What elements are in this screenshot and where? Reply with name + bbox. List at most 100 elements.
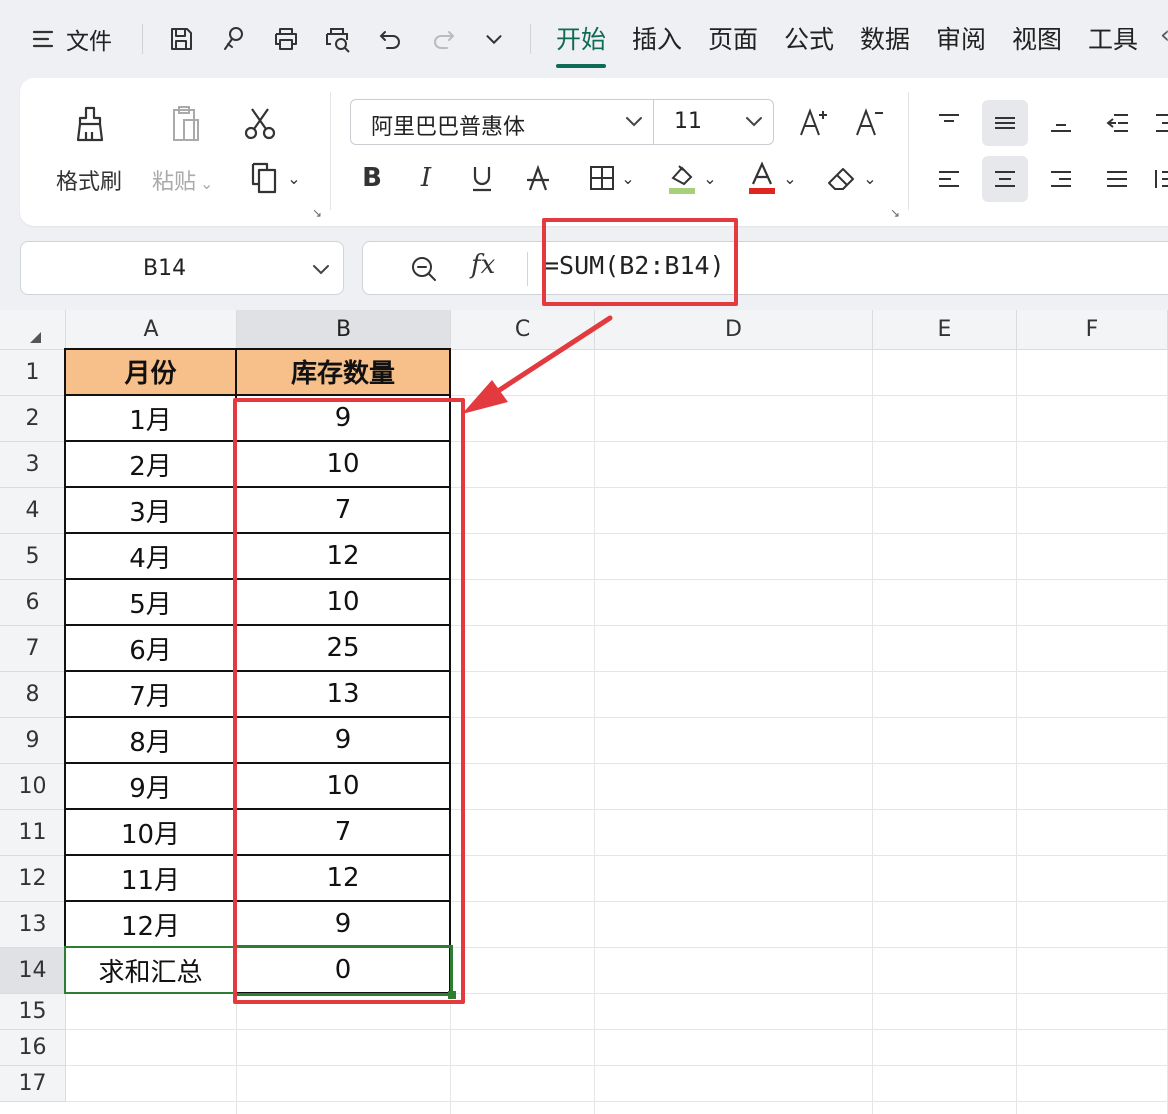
paste-label[interactable]: 粘贴⌄ — [152, 164, 213, 196]
name-box[interactable]: B14 — [20, 241, 344, 295]
tab-page[interactable]: 页面 — [708, 20, 758, 56]
header-cell-stock[interactable]: 库存数量 — [237, 348, 451, 396]
cell-month[interactable]: 10月 — [64, 810, 237, 856]
tab-tools[interactable]: 工具 — [1088, 20, 1138, 56]
row-header[interactable]: 3 — [0, 442, 66, 488]
redo-icon[interactable] — [428, 18, 458, 60]
cell-stock[interactable]: 7 — [237, 488, 451, 534]
cell-month[interactable]: 求和汇总 — [64, 948, 237, 994]
cell-month[interactable]: 2月 — [64, 442, 237, 488]
row-header[interactable]: 9 — [0, 718, 66, 764]
fill-color-button[interactable]: ⌄ — [660, 158, 722, 198]
more-chevron-icon[interactable] — [480, 18, 508, 60]
font-name-select[interactable]: 阿里巴巴普惠体 — [371, 109, 525, 141]
font-group-expand-icon[interactable]: ↘ — [890, 206, 900, 220]
paste-icon[interactable] — [160, 100, 208, 148]
clipboard-group-expand-icon[interactable]: ↘ — [312, 206, 322, 220]
row-header[interactable]: 17 — [0, 1066, 66, 1102]
increase-font-size-icon[interactable] — [796, 104, 832, 140]
bold-icon[interactable]: B — [356, 160, 388, 196]
cell-stock[interactable]: 13 — [237, 672, 451, 718]
row-header[interactable]: 8 — [0, 672, 66, 718]
decrease-font-size-icon[interactable] — [852, 104, 888, 140]
row-header[interactable]: 2 — [0, 396, 66, 442]
cell-stock[interactable]: 7 — [237, 810, 451, 856]
borders-button[interactable]: ⌄ — [580, 160, 642, 196]
cell-stock[interactable]: 10 — [237, 580, 451, 626]
file-menu[interactable]: 文件 — [66, 18, 112, 60]
column-header[interactable]: C — [451, 310, 595, 350]
column-header[interactable]: A — [66, 310, 237, 350]
cell-stock[interactable]: 0 — [237, 948, 451, 994]
cell-month[interactable]: 7月 — [64, 672, 237, 718]
insert-function-button[interactable]: fx — [471, 250, 495, 280]
row-header[interactable]: 5 — [0, 534, 66, 580]
cell-month[interactable]: 1月 — [64, 396, 237, 442]
format-painter-label[interactable]: 格式刷 — [56, 164, 122, 196]
align-left-icon[interactable] — [928, 158, 970, 200]
decrease-indent-icon[interactable] — [1096, 102, 1138, 144]
row-header[interactable]: 1 — [0, 350, 66, 396]
cell-month[interactable]: 8月 — [64, 718, 237, 764]
row-header[interactable]: 10 — [0, 764, 66, 810]
formula-input[interactable]: =SUM(B2:B14) — [544, 251, 725, 280]
cell-month[interactable]: 12月 — [64, 902, 237, 948]
cell-stock[interactable]: 9 — [237, 718, 451, 764]
cell-stock[interactable]: 9 — [237, 902, 451, 948]
increase-indent-icon[interactable] — [1152, 102, 1168, 144]
clear-format-button[interactable]: ⌄ — [820, 158, 882, 198]
tab-review[interactable]: 审阅 — [936, 20, 986, 56]
align-right-icon[interactable] — [1040, 158, 1082, 200]
row-header[interactable]: 15 — [0, 994, 66, 1030]
row-header[interactable]: 11 — [0, 810, 66, 856]
cell-stock[interactable]: 10 — [237, 764, 451, 810]
underline-icon[interactable] — [466, 160, 498, 196]
chevron-down-icon[interactable] — [621, 108, 647, 138]
row-header[interactable]: 7 — [0, 626, 66, 672]
tab-data[interactable]: 数据 — [860, 20, 910, 56]
cell-month[interactable]: 11月 — [64, 856, 237, 902]
align-middle-icon[interactable] — [982, 100, 1028, 146]
cell-month[interactable]: 3月 — [64, 488, 237, 534]
print-preview-icon[interactable] — [322, 18, 354, 60]
chevron-down-icon[interactable] — [741, 108, 767, 138]
format-painter-button-icon[interactable] — [68, 100, 116, 148]
select-all-corner[interactable] — [0, 310, 66, 350]
undo-icon[interactable] — [376, 18, 406, 60]
cell-month[interactable]: 5月 — [64, 580, 237, 626]
distributed-align-icon[interactable] — [1152, 158, 1168, 200]
cell-stock[interactable]: 12 — [237, 856, 451, 902]
column-header[interactable]: E — [873, 310, 1017, 350]
more-tabs-icon[interactable]: ‹ — [1160, 20, 1168, 49]
cell-stock[interactable]: 10 — [237, 442, 451, 488]
hamburger-icon[interactable] — [28, 18, 58, 60]
column-header[interactable]: B — [237, 310, 451, 350]
copy-button[interactable]: ⌄ — [242, 158, 306, 198]
row-header[interactable]: 16 — [0, 1030, 66, 1066]
format-painter-icon[interactable] — [218, 18, 248, 60]
row-header[interactable]: 12 — [0, 856, 66, 902]
fill-handle[interactable] — [448, 991, 456, 999]
tab-view[interactable]: 视图 — [1012, 20, 1062, 56]
cell-stock[interactable]: 25 — [237, 626, 451, 672]
cell-stock[interactable]: 12 — [237, 534, 451, 580]
zoom-search-icon[interactable] — [409, 254, 439, 288]
cell-stock[interactable]: 9 — [237, 396, 451, 442]
italic-icon[interactable]: I — [410, 160, 442, 196]
align-center-icon[interactable] — [982, 156, 1028, 202]
align-top-icon[interactable] — [928, 102, 970, 144]
column-header[interactable]: F — [1017, 310, 1168, 350]
strikethrough-icon[interactable] — [522, 160, 554, 196]
font-size-select[interactable]: 11 — [674, 109, 702, 134]
justify-icon[interactable] — [1096, 158, 1138, 200]
cell-month[interactable]: 6月 — [64, 626, 237, 672]
print-icon[interactable] — [270, 18, 302, 60]
cell-month[interactable]: 9月 — [64, 764, 237, 810]
cut-icon[interactable] — [238, 102, 282, 146]
font-color-button[interactable]: ⌄ — [740, 158, 802, 198]
cell-month[interactable]: 4月 — [64, 534, 237, 580]
tab-formula[interactable]: 公式 — [784, 20, 834, 56]
row-header[interactable]: 13 — [0, 902, 66, 948]
column-header[interactable]: D — [595, 310, 873, 350]
align-bottom-icon[interactable] — [1040, 102, 1082, 144]
